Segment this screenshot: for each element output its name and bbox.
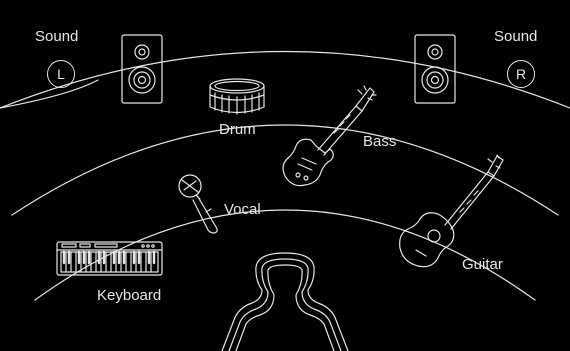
channel-left-badge: L: [47, 60, 75, 88]
middle-arc: [11, 124, 559, 216]
stage-artwork: [0, 34, 570, 351]
bass-label: Bass: [363, 133, 397, 150]
left-outer-edge: [0, 79, 99, 109]
vocal-label: Vocal: [224, 201, 261, 218]
keyboard-label: Keyboard: [97, 287, 162, 304]
guitar-label: Guitar: [462, 256, 503, 273]
channel-right-badge: R: [507, 60, 535, 88]
speaker-left-label: Sound: [35, 28, 79, 45]
drum-icon: [209, 78, 265, 115]
outer-arc: [0, 50, 570, 109]
listener-silhouette: [221, 252, 349, 351]
keyboard-icon: [56, 241, 163, 276]
sound-stage-diagram: Sound L Sound R Drum Bass Vocal Guitar K…: [0, 0, 570, 351]
speaker-right-icon: [414, 34, 456, 104]
drum-label: Drum: [219, 121, 256, 138]
speaker-right-label: Sound: [494, 28, 538, 45]
